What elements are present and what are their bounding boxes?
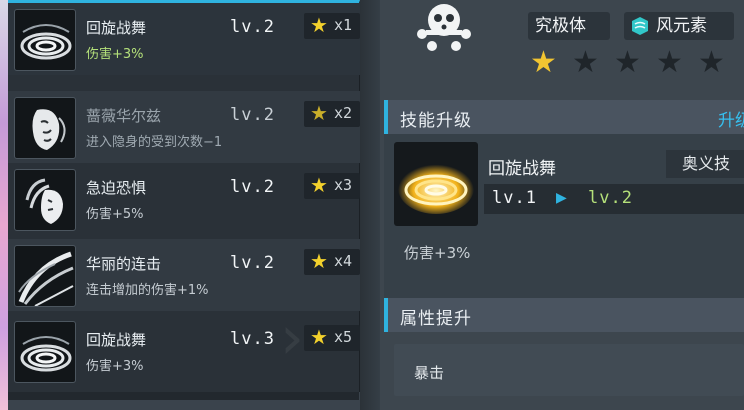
star-count: x5 [334, 328, 353, 346]
star-count: x4 [334, 252, 353, 270]
evolution-form-label: 究极体 [535, 16, 586, 36]
skill-effect: 伤害+3% [86, 359, 144, 374]
chevron-right-icon: › [280, 303, 304, 373]
element-tag: 风元素 [624, 12, 734, 40]
skill-level: lv.2 [230, 105, 275, 125]
next-level: lv.2 [588, 188, 633, 208]
star-icon: ★ [310, 249, 328, 273]
star-icon: ★ [310, 325, 328, 349]
skill-row[interactable]: 华丽的连击 连击增加的伤害+1% lv.2 ★ x4 [8, 239, 360, 311]
skill-name: 蔷薇华尔兹 [86, 107, 162, 125]
swirl-skill-icon [14, 9, 76, 71]
star-count: x1 [334, 16, 353, 34]
star-icon: ★ [614, 45, 641, 80]
current-level: lv.1 [492, 188, 537, 208]
star-count: x2 [334, 104, 353, 122]
skill-row[interactable]: 急迫恐惧 伤害+5% lv.2 ★ x3 [8, 163, 360, 235]
upgrade-skill-name: 回旋战舞 [488, 159, 556, 179]
star-requirement-badge: ★ x3 [304, 173, 360, 199]
character-art-edge [0, 0, 8, 410]
star-requirement-badge: ★ x1 [304, 13, 360, 39]
section-title: 技能升级 [400, 111, 472, 131]
skill-effect: 伤害+3% [86, 47, 144, 62]
skill-type-badge: 奥义技 [666, 150, 744, 178]
skill-name: 回旋战舞 [86, 19, 147, 37]
panel-divider [360, 0, 380, 410]
skill-effect: 伤害+5% [86, 207, 144, 222]
star-icon: ★ [530, 45, 557, 80]
golden-swirl-skill-icon [394, 142, 478, 226]
skill-level: lv.2 [230, 253, 275, 273]
rose-mask-skill-icon [14, 97, 76, 159]
skill-row[interactable]: 回旋战舞 伤害+3% lv.2 ★ x1 [8, 3, 360, 75]
level-progress-bar: lv.1 ▶ lv.2 [484, 184, 744, 214]
attribute-label: 暴击 [414, 364, 445, 382]
wind-element-icon [630, 16, 650, 36]
upgrade-effect: 伤害+3% [404, 244, 471, 262]
attribute-row: 暴击 [394, 344, 744, 396]
skill-row[interactable]: 蔷薇华尔兹 进入隐身的受到次数−1 lv.2 ★ x2 [8, 91, 360, 163]
star-icon: ★ [572, 45, 599, 80]
combo-slash-skill-icon [14, 245, 76, 307]
skill-level: lv.2 [230, 177, 275, 197]
star-count: x3 [334, 176, 353, 194]
swirl-skill-icon [14, 321, 76, 383]
upgrade-link[interactable]: 升级 [718, 106, 744, 131]
star-icon: ★ [310, 173, 328, 197]
skill-type-label: 奥义技 [682, 154, 731, 173]
skill-name: 华丽的连击 [86, 255, 162, 273]
attribute-boost-header: 属性提升 [384, 298, 744, 332]
star-requirement-badge: ★ x4 [304, 249, 360, 275]
star-icon: ★ [310, 13, 328, 37]
skill-level: lv.2 [230, 17, 275, 37]
skill-effect: 进入隐身的受到次数−1 [86, 135, 223, 150]
skill-list-panel: 回旋战舞 伤害+3% lv.2 ★ x1 蔷薇华尔兹 进入隐身的受到次数−1 l… [8, 0, 360, 400]
section-title: 属性提升 [400, 309, 472, 329]
star-icon: ★ [698, 45, 725, 80]
star-icon: ★ [656, 45, 683, 80]
star-requirement-badge: ★ x2 [304, 101, 360, 127]
skill-effect: 连击增加的伤害+1% [86, 283, 209, 298]
skill-row[interactable]: 回旋战舞 伤害+3% lv.3 ★ x5 [8, 315, 360, 387]
element-label: 风元素 [656, 16, 707, 36]
skill-name: 回旋战舞 [86, 331, 147, 349]
fear-mask-skill-icon [14, 169, 76, 231]
evolution-form-tag: 究极体 [528, 12, 610, 40]
star-icon: ★ [310, 101, 328, 125]
skill-upgrade-header: 技能升级 升级 [384, 100, 744, 134]
star-requirement-badge: ★ x5 [304, 325, 360, 351]
arrow-right-icon: ▶ [556, 190, 567, 206]
skill-level: lv.3 [230, 329, 275, 349]
skill-name: 急迫恐惧 [86, 179, 147, 197]
skull-emblem-icon [412, 0, 476, 56]
